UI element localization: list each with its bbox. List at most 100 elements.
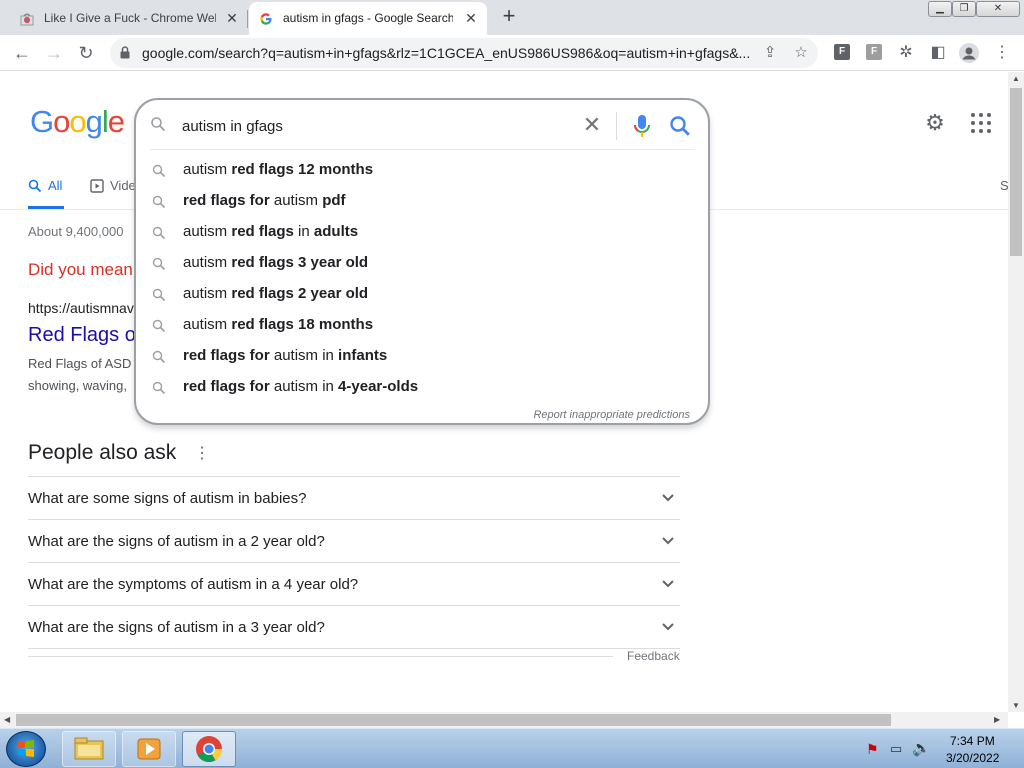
browser-tab-chrome-web-store[interactable]: Like I Give a Fuck - Chrome Web ✕: [0, 2, 248, 35]
back-arrow-icon[interactable]: ←: [8, 39, 36, 67]
screen: { "browser": { "tabs": [ {"title": "Like…: [0, 0, 1024, 768]
paa-question[interactable]: What are some signs of autism in babies?: [28, 477, 680, 520]
clock-time[interactable]: 7:34 PM: [950, 734, 995, 748]
suggestion-item[interactable]: autism red flags 2 year old: [136, 280, 708, 311]
new-tab-button[interactable]: +: [498, 5, 520, 27]
suggestion-item[interactable]: autism red flags in adults: [136, 218, 708, 249]
start-button-windows-icon[interactable]: [6, 731, 46, 767]
report-predictions-link[interactable]: Report inappropriate predictions: [533, 409, 690, 421]
suggestion-item[interactable]: autism red flags 18 months: [136, 311, 708, 342]
extension-f-icon[interactable]: F: [866, 44, 882, 60]
action-center-flag-icon[interactable]: ⚑: [866, 741, 879, 758]
tab-videos[interactable]: Vide: [90, 178, 136, 193]
tab-close-icon[interactable]: ✕: [461, 8, 481, 28]
suggestion-item[interactable]: red flags for autism pdf: [136, 187, 708, 218]
browser-toolbar: ← → ↻ google.com/search?q=autism+in+gfag…: [0, 35, 1024, 71]
settings-gear-icon[interactable]: ⚙: [922, 110, 948, 136]
restore-button[interactable]: ❐: [952, 1, 976, 17]
windows-taskbar: ⚑ ▭ 🔈 7:34 PM 3/20/2022: [0, 728, 1024, 768]
paa-question-text: What are the symptoms of autism in a 4 y…: [28, 576, 359, 593]
scroll-left-arrow-icon[interactable]: ◀: [4, 715, 10, 724]
forward-arrow-icon[interactable]: →: [40, 39, 68, 67]
result-url[interactable]: https://autismnav: [28, 300, 134, 316]
search-icon: [152, 319, 166, 333]
suggestion-item[interactable]: red flags for autism in infants: [136, 342, 708, 373]
suggestion-text: autism red flags 18 months: [183, 316, 374, 333]
tab-videos-label: Vide: [110, 178, 136, 193]
video-play-icon: [90, 178, 104, 193]
share-icon[interactable]: ⇪: [760, 43, 780, 63]
google-apps-icon[interactable]: [970, 112, 992, 134]
search-icon: [151, 117, 166, 132]
google-logo[interactable]: Google: [30, 104, 125, 140]
search-icon: [28, 179, 42, 192]
system-tray: ⚑ ▭ 🔈: [862, 733, 1024, 767]
scrollbar-thumb[interactable]: [1010, 88, 1022, 256]
suggestion-item[interactable]: red flags for autism in 4-year-olds: [136, 373, 708, 404]
file-explorer-icon[interactable]: [62, 731, 116, 767]
lock-icon: [120, 46, 130, 59]
close-window-button[interactable]: ✕: [976, 1, 1020, 17]
volume-speaker-icon[interactable]: 🔈: [912, 739, 931, 757]
feedback-link[interactable]: Feedback: [627, 649, 680, 663]
network-icon[interactable]: ▭: [890, 741, 902, 757]
scroll-down-arrow-icon[interactable]: ▼: [1012, 701, 1020, 710]
tab-close-icon[interactable]: ✕: [222, 8, 242, 28]
suggestion-text: red flags for autism pdf: [183, 192, 346, 209]
result-snippet: showing, waving,: [28, 378, 127, 393]
search-icon: [152, 257, 166, 271]
microphone-icon[interactable]: [630, 113, 654, 139]
did-you-mean-link[interactable]: Did you mean: [28, 260, 133, 280]
truncated-tab-label: S: [1000, 178, 1008, 193]
vertical-scrollbar[interactable]: ▲ ▼: [1008, 72, 1024, 712]
chevron-down-icon: [662, 494, 674, 502]
tab-title: Like I Give a Fuck - Chrome Web: [44, 11, 216, 25]
search-icon: [152, 195, 166, 209]
clear-search-icon[interactable]: ✕: [580, 114, 604, 138]
chevron-down-icon: [662, 580, 674, 588]
suggestion-text: autism red flags 12 months: [183, 161, 374, 178]
reload-icon[interactable]: ↻: [72, 39, 100, 67]
paa-question[interactable]: What are the signs of autism in a 3 year…: [28, 606, 680, 649]
scroll-up-arrow-icon[interactable]: ▲: [1012, 74, 1020, 83]
chrome-menu-icon[interactable]: ⋮: [991, 42, 1013, 64]
scroll-right-arrow-icon[interactable]: ▶: [994, 715, 1000, 724]
minimize-button[interactable]: ▁: [928, 1, 952, 17]
paa-question[interactable]: What are the symptoms of autism in a 4 y…: [28, 563, 680, 606]
search-input[interactable]: [182, 115, 562, 137]
more-options-icon[interactable]: ⋮: [194, 444, 210, 464]
scrollbar-thumb[interactable]: [16, 714, 891, 726]
url-text[interactable]: google.com/search?q=autism+in+gfags&rlz=…: [142, 45, 752, 61]
search-box-with-suggestions: ✕ autism red flags 12 months red flags f…: [134, 98, 710, 425]
active-tab-indicator: [28, 206, 64, 209]
tab-all[interactable]: All: [28, 178, 62, 193]
search-submit-icon[interactable]: [666, 112, 694, 140]
search-icon: [152, 164, 166, 178]
suggestion-text: autism red flags 2 year old: [183, 285, 369, 302]
search-icon: [152, 288, 166, 302]
google-g-icon: [260, 13, 272, 25]
extensions-puzzle-icon[interactable]: ✲: [895, 42, 917, 64]
divider: [28, 656, 613, 657]
profile-avatar-icon[interactable]: [958, 42, 980, 64]
suggestion-text: autism red flags 3 year old: [183, 254, 369, 271]
suggestion-text: red flags for autism in 4-year-olds: [183, 378, 419, 395]
clock-date[interactable]: 3/20/2022: [946, 751, 999, 765]
browser-tab-google-search[interactable]: autism in gfags - Google Search ✕: [249, 2, 487, 35]
paa-question[interactable]: What are the signs of autism in a 2 year…: [28, 520, 680, 563]
paa-question-text: What are the signs of autism in a 3 year…: [28, 619, 325, 636]
horizontal-scrollbar[interactable]: ◀ ▶: [0, 712, 1008, 728]
chrome-web-store-icon: [20, 13, 34, 26]
address-bar[interactable]: google.com/search?q=autism+in+gfags&rlz=…: [110, 38, 818, 68]
tab-title: autism in gfags - Google Search: [283, 11, 453, 25]
bookmark-star-icon[interactable]: ☆: [791, 43, 811, 63]
media-player-icon[interactable]: [122, 731, 176, 767]
search-results-page: Google ⚙ All Vide S About 9,400,000 Did …: [0, 72, 1008, 712]
suggestion-item[interactable]: autism red flags 3 year old: [136, 249, 708, 280]
side-panel-icon[interactable]: ◧: [927, 42, 949, 64]
divider: [616, 112, 617, 140]
suggestion-item[interactable]: autism red flags 12 months: [136, 156, 708, 187]
result-title-link[interactable]: Red Flags o: [28, 324, 136, 347]
extension-f-icon[interactable]: F: [834, 44, 850, 60]
chrome-taskbar-icon[interactable]: [182, 731, 236, 767]
